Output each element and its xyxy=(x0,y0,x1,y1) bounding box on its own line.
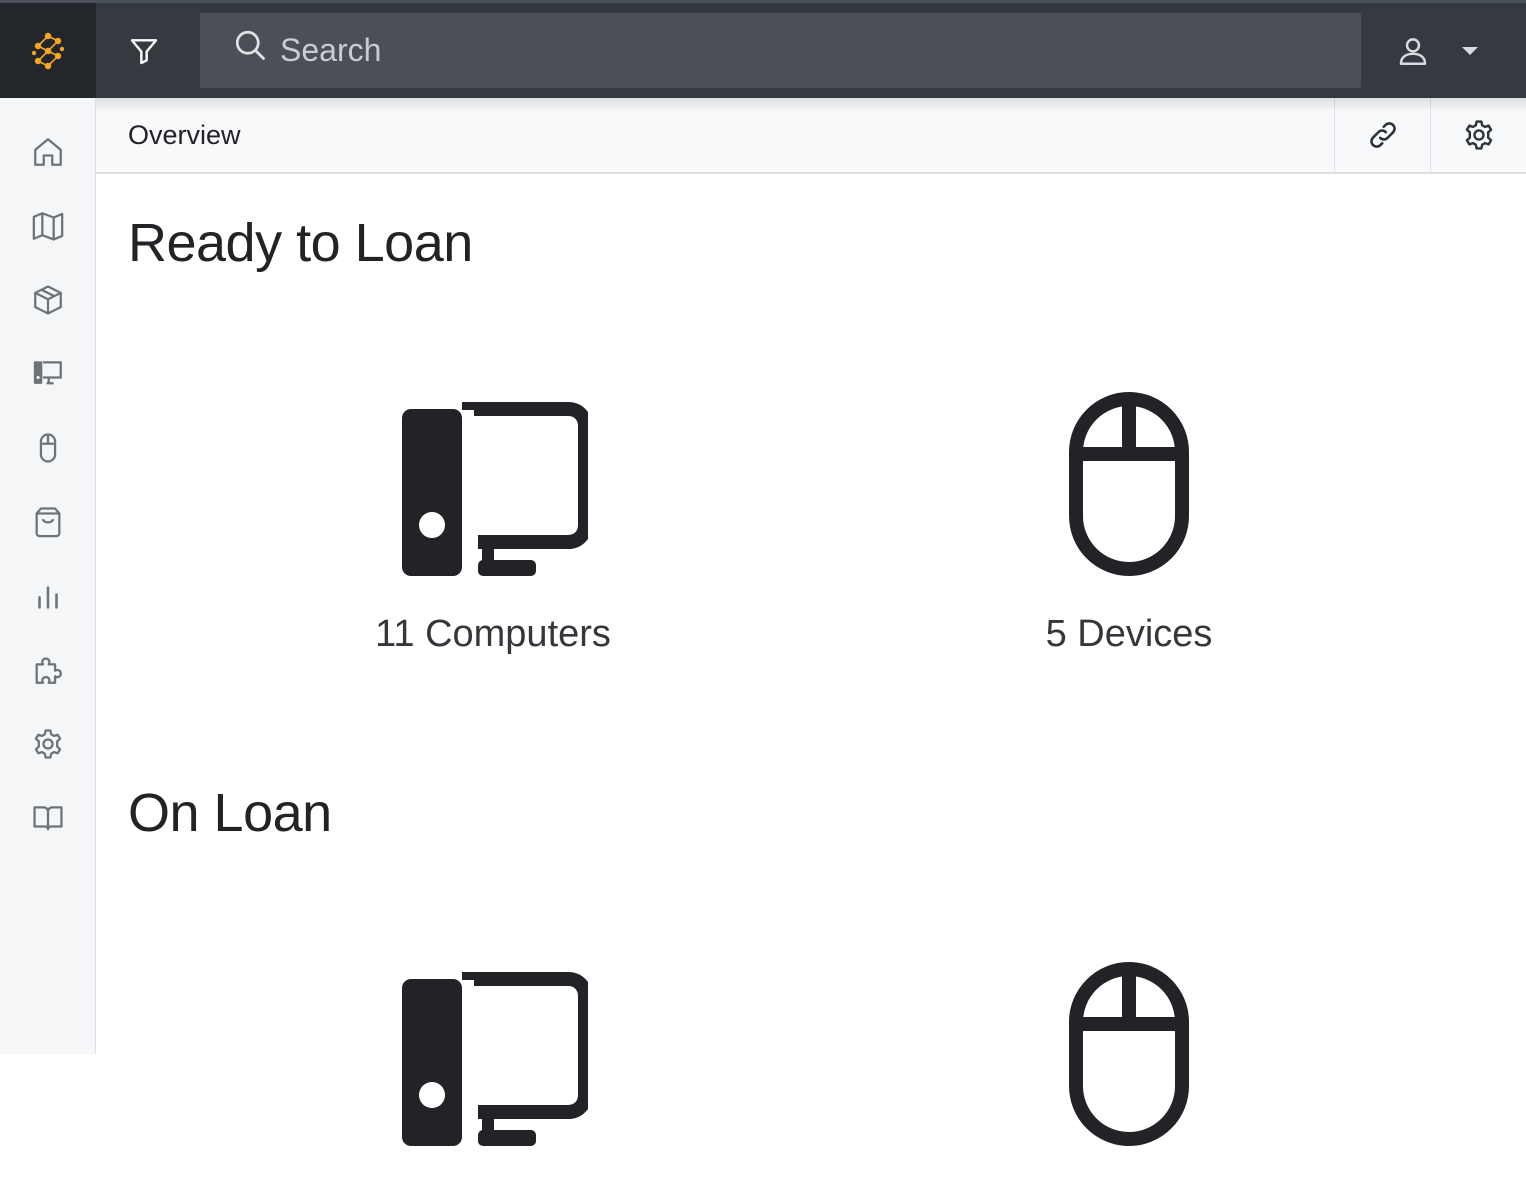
user-icon xyxy=(1399,38,1427,65)
loaned-computers-card[interactable] xyxy=(283,962,703,1183)
bag-icon xyxy=(35,507,61,538)
section-title-ready: Ready to Loan xyxy=(128,213,473,273)
mouse-icon xyxy=(1069,392,1189,576)
ready-computers-card[interactable]: 11 Computers xyxy=(283,392,703,656)
gear-icon xyxy=(1465,120,1492,150)
box-icon xyxy=(34,285,62,315)
share-link-button[interactable] xyxy=(1334,98,1430,172)
map-icon xyxy=(32,212,64,241)
computer-icon xyxy=(33,361,62,385)
search-icon xyxy=(235,30,265,60)
sidebar-item-home[interactable] xyxy=(0,122,96,182)
sidebar xyxy=(0,98,96,1054)
app-logo[interactable] xyxy=(0,3,96,98)
chevron-down-icon xyxy=(1462,47,1478,55)
book-icon xyxy=(33,806,63,831)
section-title-on-loan: On Loan xyxy=(128,783,332,843)
loaned-devices-card[interactable] xyxy=(919,962,1339,1183)
computer-icon xyxy=(402,972,592,1146)
user-menu[interactable] xyxy=(1396,21,1496,81)
sidebar-item-assets[interactable] xyxy=(0,270,96,330)
sidebar-item-computers[interactable] xyxy=(0,344,96,404)
page-header: Overview xyxy=(96,98,1526,174)
sidebar-item-plugins[interactable] xyxy=(0,640,96,700)
top-navbar xyxy=(0,0,1526,98)
sidebar-item-map[interactable] xyxy=(0,196,96,256)
logo-icon xyxy=(31,32,65,69)
page-settings-button[interactable] xyxy=(1430,98,1526,172)
ready-devices-label: 5 Devices xyxy=(1045,613,1213,655)
sidebar-item-reports[interactable] xyxy=(0,566,96,626)
sidebar-item-shop[interactable] xyxy=(0,492,96,552)
ready-computers-label: 11 Computers xyxy=(375,613,611,655)
filter-button[interactable] xyxy=(96,3,192,98)
gear-icon xyxy=(34,729,62,759)
chart-icon xyxy=(38,586,58,609)
sidebar-item-devices[interactable] xyxy=(0,418,96,478)
search-input[interactable] xyxy=(280,25,1340,75)
search-bar[interactable] xyxy=(200,13,1361,88)
home-icon xyxy=(34,138,62,166)
page-title: Overview xyxy=(128,120,241,150)
mouse-icon xyxy=(1069,962,1189,1146)
ready-devices-card[interactable]: 5 Devices xyxy=(919,392,1339,656)
sidebar-item-docs[interactable] xyxy=(0,788,96,848)
mouse-icon xyxy=(39,433,57,463)
puzzle-icon xyxy=(35,657,62,684)
sidebar-item-settings[interactable] xyxy=(0,714,96,774)
computer-icon xyxy=(402,402,592,576)
link-icon xyxy=(1369,122,1396,148)
filter-icon xyxy=(130,38,158,64)
